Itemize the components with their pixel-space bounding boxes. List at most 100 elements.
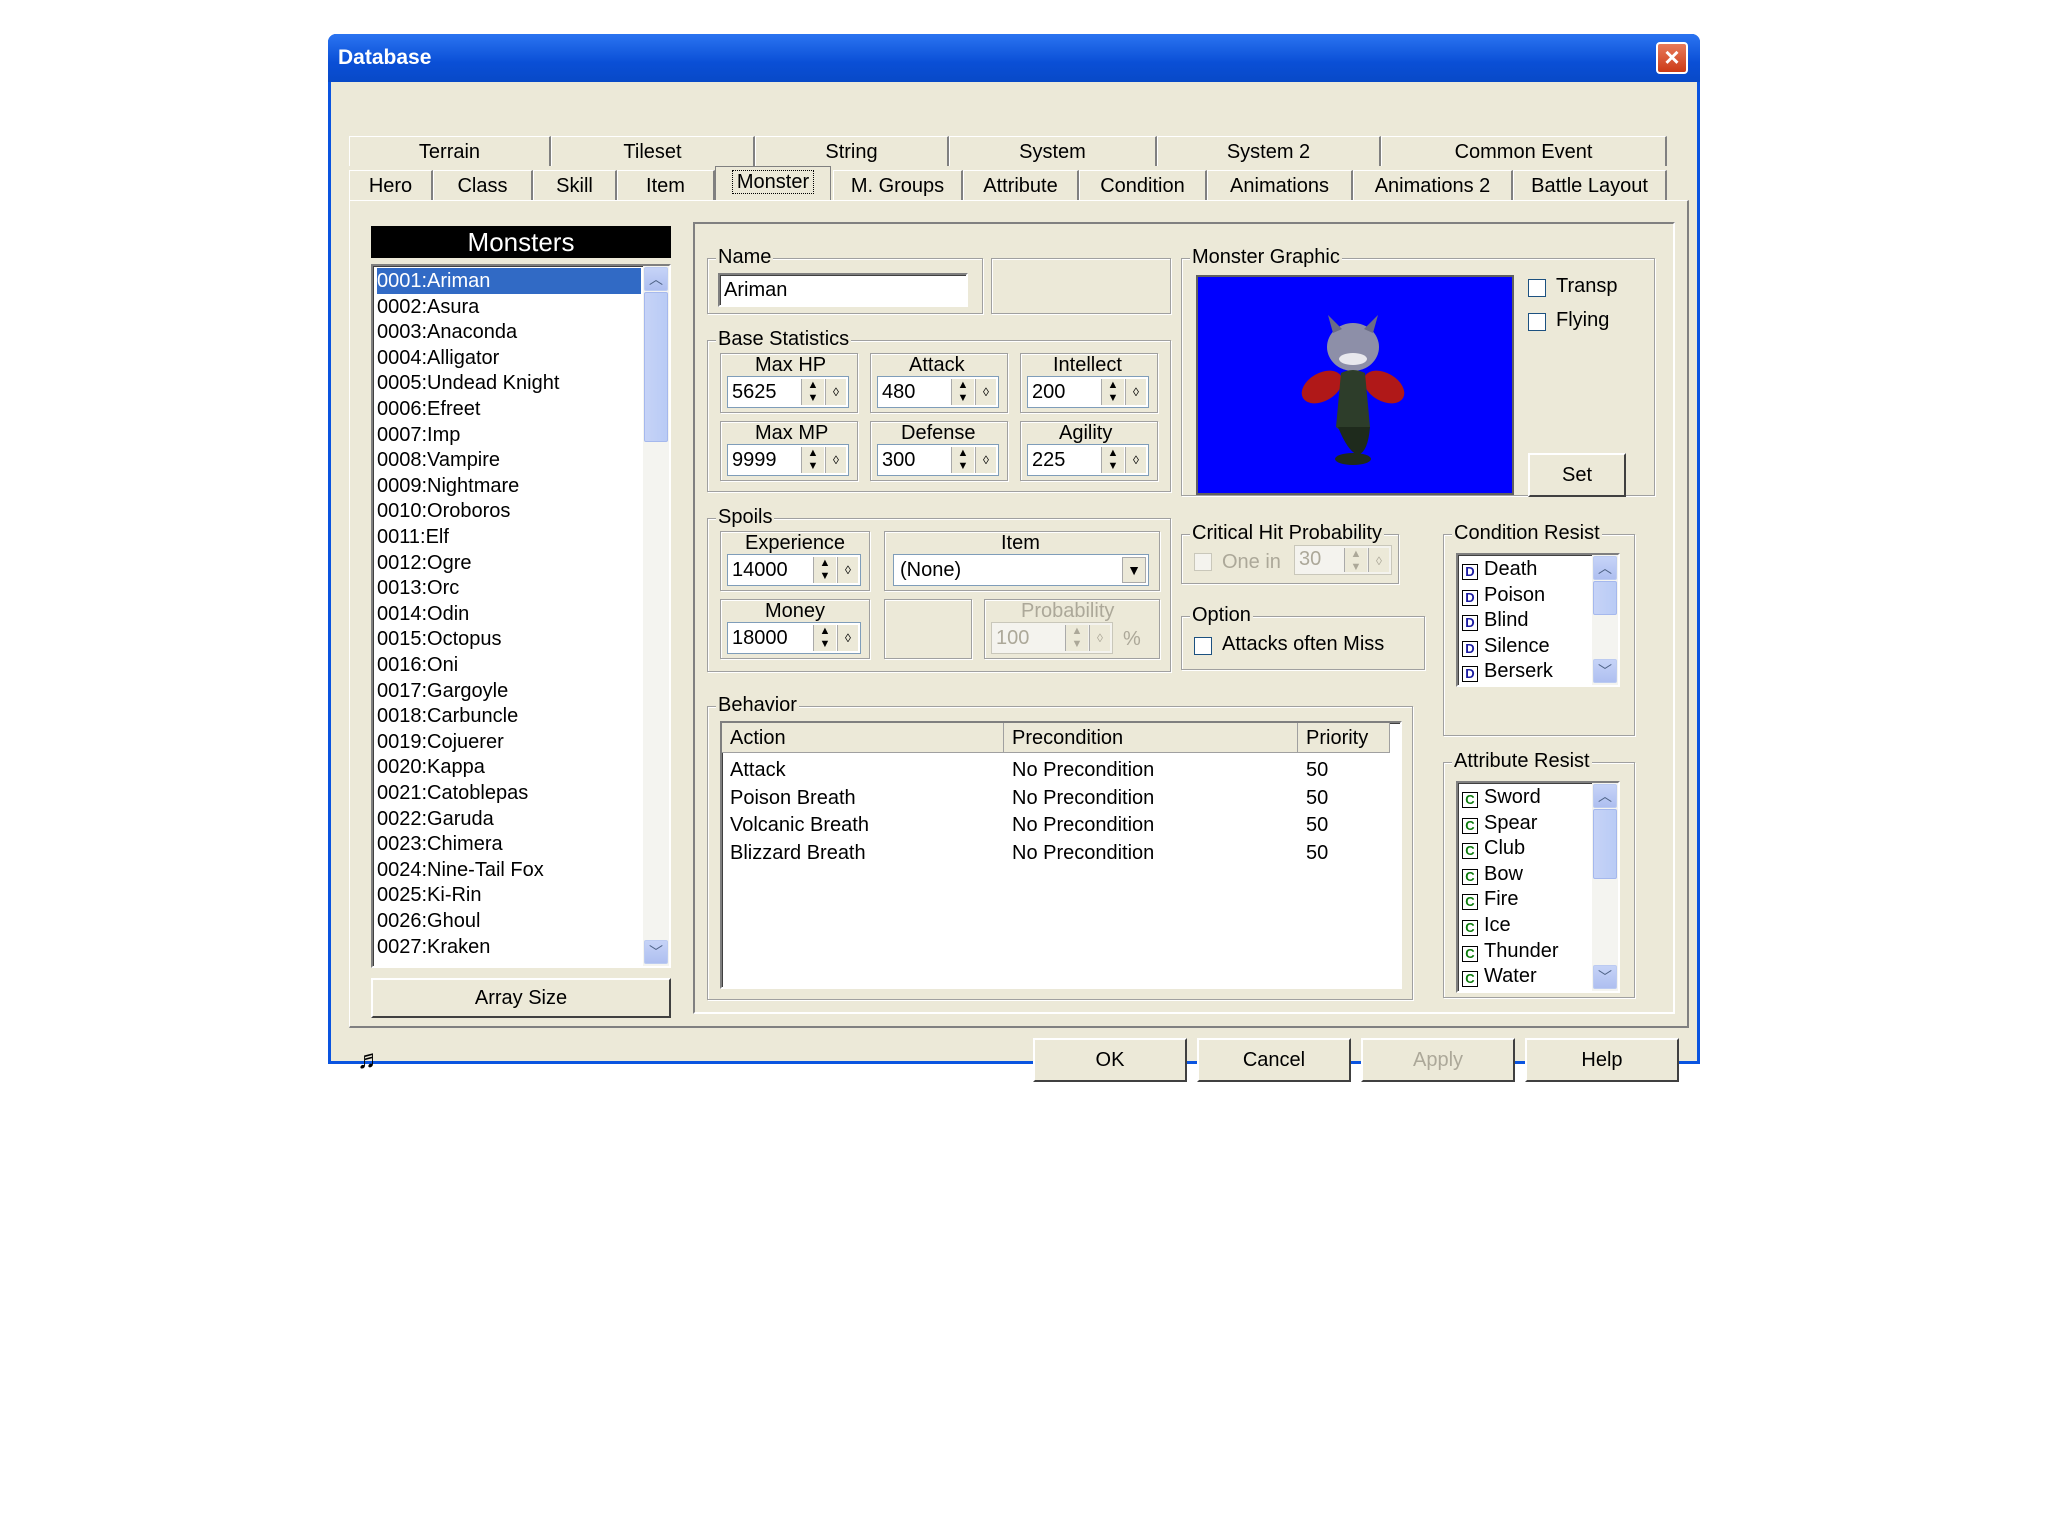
intellect-spinner[interactable]: 200 ▲ ▼ ◊ — [1027, 376, 1149, 408]
behavior-row[interactable]: Volcanic Breath No Precondition 50 — [722, 814, 1390, 840]
tab-system-2[interactable]: System 2 — [1157, 136, 1381, 166]
monster-list-item[interactable]: 0004:Alligator — [377, 345, 641, 371]
spin-arrows-icon[interactable]: ▲ ▼ — [951, 379, 974, 405]
monster-list-item[interactable]: 0009:Nightmare — [377, 473, 641, 499]
resist-list-item[interactable]: C Spear — [1462, 810, 1537, 836]
monster-list-item[interactable]: 0007:Imp — [377, 422, 641, 448]
scroll-up-button[interactable]: ︿ — [1593, 556, 1617, 580]
resist-level-badge[interactable]: C — [1462, 817, 1478, 834]
monster-list-item[interactable]: 0014:Odin — [377, 601, 641, 627]
spin-extra-icon[interactable]: ◊ — [825, 447, 846, 473]
spin-extra-icon[interactable]: ◊ — [975, 447, 996, 473]
scroll-down-button[interactable]: ﹀ — [644, 940, 668, 964]
resist-list-item[interactable]: D Silence — [1462, 633, 1550, 659]
attribute-resist-scrollbar[interactable]: ︿ ﹀ — [1592, 783, 1618, 991]
spin-extra-icon[interactable]: ◊ — [837, 625, 858, 651]
resist-list-item[interactable]: D Death — [1462, 556, 1537, 582]
attacks-often-miss-checkbox[interactable] — [1194, 637, 1212, 655]
agility-spinner[interactable]: 225 ▲ ▼ ◊ — [1027, 444, 1149, 476]
tab-m-groups[interactable]: M. Groups — [833, 170, 963, 200]
monster-list-item[interactable]: 0019:Cojuerer — [377, 729, 641, 755]
spin-arrows-icon[interactable]: ▲ ▼ — [1101, 447, 1124, 473]
resist-level-badge[interactable]: C — [1462, 894, 1478, 911]
monster-list-item[interactable]: 0015:Octopus — [377, 626, 641, 652]
spin-extra-icon[interactable]: ◊ — [825, 379, 846, 405]
tab-monster[interactable]: Monster — [715, 166, 831, 200]
monster-list-item[interactable]: 0025:Ki-Rin — [377, 882, 641, 908]
resist-list-item[interactable]: C Sword — [1462, 784, 1541, 810]
monster-list-item[interactable]: 0024:Nine-Tail Fox — [377, 857, 641, 883]
tab-skill[interactable]: Skill — [533, 170, 617, 200]
monster-list-item[interactable]: 0001:Ariman — [377, 268, 641, 294]
name-input[interactable]: Ariman — [718, 273, 968, 307]
tab-animations[interactable]: Animations — [1207, 170, 1353, 200]
resist-list-item[interactable]: D Berserk — [1462, 658, 1553, 684]
scroll-thumb[interactable] — [644, 292, 668, 442]
ok-button[interactable]: OK — [1033, 1038, 1187, 1082]
tab-hero[interactable]: Hero — [349, 170, 433, 200]
scroll-up-button[interactable]: ︿ — [644, 267, 668, 291]
spin-arrows-icon[interactable]: ▲ ▼ — [951, 447, 974, 473]
behavior-row[interactable]: Attack No Precondition 50 — [722, 759, 1390, 785]
resist-level-badge[interactable]: C — [1462, 868, 1478, 885]
spin-extra-icon[interactable]: ◊ — [837, 557, 858, 583]
behavior-row[interactable]: Poison Breath No Precondition 50 — [722, 787, 1390, 813]
monster-list-item[interactable]: 0002:Asura — [377, 294, 641, 320]
resist-list-item[interactable]: C Club — [1462, 835, 1525, 861]
column-header-precondition[interactable]: Precondition — [1004, 723, 1298, 753]
column-header-action[interactable]: Action — [722, 723, 1004, 753]
monster-list-item[interactable]: 0011:Elf — [377, 524, 641, 550]
resist-level-badge[interactable]: D — [1462, 640, 1478, 657]
tab-item[interactable]: Item — [617, 170, 715, 200]
close-button[interactable]: × — [1656, 42, 1688, 74]
set-graphic-button[interactable]: Set — [1528, 453, 1626, 497]
resist-level-badge[interactable]: C — [1462, 971, 1478, 988]
monster-list-item[interactable]: 0010:Oroboros — [377, 498, 641, 524]
tab-attribute[interactable]: Attribute — [963, 170, 1079, 200]
monster-list-item[interactable]: 0017:Gargoyle — [377, 678, 641, 704]
spin-arrows-icon[interactable]: ▲ ▼ — [1101, 379, 1124, 405]
spin-arrows-icon[interactable]: ▲ ▼ — [801, 447, 824, 473]
dropdown-arrow-icon[interactable]: ▼ — [1122, 557, 1146, 583]
spin-arrows-icon[interactable]: ▲ ▼ — [801, 379, 824, 405]
monster-list-item[interactable]: 0016:Oni — [377, 652, 641, 678]
resist-level-badge[interactable]: D — [1462, 666, 1478, 683]
transp-checkbox[interactable] — [1528, 279, 1546, 297]
monster-list-item[interactable]: 0012:Ogre — [377, 550, 641, 576]
column-header-priority[interactable]: Priority — [1298, 723, 1390, 753]
attribute-resist-list[interactable]: C Sword C Spear C Club C Bow C Fire C Ice C Thunder C W… — [1456, 781, 1620, 993]
spin-extra-icon[interactable]: ◊ — [1125, 379, 1146, 405]
defense-spinner[interactable]: 300 ▲ ▼ ◊ — [877, 444, 999, 476]
resist-list-item[interactable]: C Water — [1462, 963, 1537, 989]
resist-level-badge[interactable]: C — [1462, 792, 1478, 808]
scroll-down-button[interactable]: ﹀ — [1593, 659, 1617, 683]
monster-list[interactable]: 0001:Ariman 0002:Asura 0003:Anaconda 0004:A… — [371, 264, 671, 968]
tab-common-event[interactable]: Common Event — [1381, 136, 1667, 166]
monster-list-item[interactable]: 0022:Garuda — [377, 806, 641, 832]
spin-arrows-icon[interactable]: ▲ ▼ — [813, 625, 836, 651]
monster-list-item[interactable]: 0005:Undead Knight — [377, 370, 641, 396]
resist-list-item[interactable]: C Bow — [1462, 861, 1523, 887]
money-spinner[interactable]: 18000 ▲ ▼ ◊ — [727, 622, 861, 654]
tab-tileset[interactable]: Tileset — [551, 136, 755, 166]
resist-level-badge[interactable]: C — [1462, 920, 1478, 936]
music-note-icon[interactable]: ♬ — [357, 1044, 387, 1074]
condition-resist-list[interactable]: D Death D Poison D Blind D Silence D Berserk ︿ ﹀ — [1456, 553, 1620, 687]
monster-list-item[interactable]: 0013:Orc — [377, 575, 641, 601]
resist-level-badge[interactable]: D — [1462, 564, 1478, 580]
experience-spinner[interactable]: 14000 ▲ ▼ ◊ — [727, 554, 861, 586]
attack-spinner[interactable]: 480 ▲ ▼ ◊ — [877, 376, 999, 408]
resist-list-item[interactable]: D Poison — [1462, 582, 1545, 608]
monster-list-item[interactable]: 0008:Vampire — [377, 447, 641, 473]
help-button[interactable]: Help — [1525, 1038, 1679, 1082]
tab-animations-2[interactable]: Animations 2 — [1353, 170, 1513, 200]
monster-list-item[interactable]: 0023:Chimera — [377, 831, 641, 857]
resist-level-badge[interactable]: C — [1462, 843, 1478, 860]
monster-list-item[interactable]: 0021:Catoblepas — [377, 780, 641, 806]
tab-system[interactable]: System — [949, 136, 1157, 166]
resist-list-item[interactable]: D Blind — [1462, 607, 1528, 633]
item-dropdown[interactable]: (None) ▼ — [893, 554, 1149, 586]
tab-string[interactable]: String — [755, 136, 949, 166]
max-hp-spinner[interactable]: 5625 ▲ ▼ ◊ — [727, 376, 849, 408]
resist-level-badge[interactable]: D — [1462, 589, 1478, 606]
